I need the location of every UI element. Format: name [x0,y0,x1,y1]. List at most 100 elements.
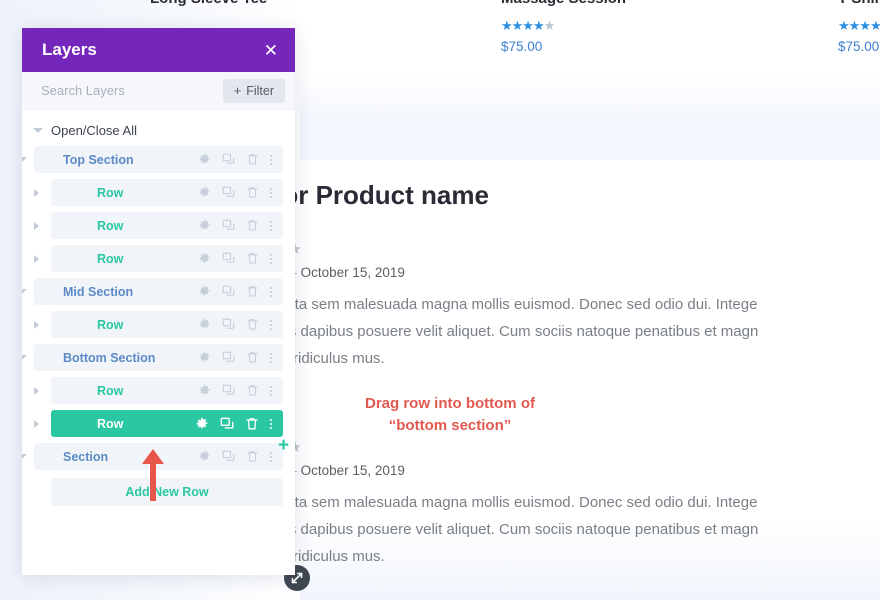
duplicate-icon[interactable] [220,417,234,431]
gear-icon[interactable] [198,285,211,298]
duplicate-icon[interactable] [222,186,235,199]
add-row-plus-icon[interactable]: + [278,436,289,455]
product-rating-stars: ★★★★★ [501,18,626,34]
layer-row-mid-section[interactable]: Mid Section [34,278,283,305]
layer-row[interactable]: Row [51,245,283,272]
review-date: October 15, 2019 [301,265,405,280]
layer-label: Row [97,186,198,200]
trash-icon[interactable] [246,252,259,265]
layer-row-top-section[interactable]: Top Section [34,146,283,173]
layer-row[interactable]: Row [51,179,283,206]
open-close-all-label: Open/Close All [51,123,137,138]
duplicate-icon[interactable] [222,318,235,331]
more-options-icon[interactable] [270,452,272,462]
more-options-icon[interactable] [270,221,272,231]
product-card-long-sleeve-tee[interactable]: Long Sleeve Tee [150,0,267,7]
layers-panel-header: Layers ✕ [22,28,295,72]
more-options-icon[interactable] [270,155,272,165]
gear-icon[interactable] [198,384,211,397]
layer-row-actions [198,252,272,265]
chevron-right-icon[interactable] [34,321,39,329]
trash-icon[interactable] [246,384,259,397]
product-rating-stars: ★★★★★ [838,18,880,34]
more-options-icon[interactable] [270,254,272,264]
product-card-massage-session[interactable]: Massage Session ★★★★★ $75.00 [501,0,626,54]
product-title: T-Shirt [838,0,880,7]
add-new-row-button[interactable]: Add New Row [51,478,283,506]
trash-icon[interactable] [245,417,259,431]
gear-icon[interactable] [198,450,211,463]
duplicate-icon[interactable] [222,351,235,364]
layer-label: Row [97,252,198,266]
layer-label: Row [97,318,198,332]
chevron-down-icon[interactable] [22,157,27,162]
more-options-icon[interactable] [270,188,272,198]
layers-tree: Open/Close All Top Section Row [22,110,295,575]
duplicate-icon[interactable] [222,450,235,463]
duplicate-icon[interactable] [222,384,235,397]
more-options-icon[interactable] [270,386,272,396]
search-input[interactable] [41,83,223,98]
close-icon[interactable]: ✕ [264,42,278,59]
gear-icon[interactable] [195,417,209,431]
product-card-t-shirt[interactable]: T-Shirt ★★★★★ $75.00 [838,0,880,54]
drag-instruction-line-1: Drag row into bottom of [340,393,560,415]
layer-row[interactable]: Row [51,377,283,404]
duplicate-icon[interactable] [222,285,235,298]
review-body-line: am porta sem malesuada magna mollis euis… [248,291,880,318]
chevron-down-icon[interactable] [22,454,27,459]
drag-instruction-line-2: “bottom section” [340,415,560,437]
chevron-right-icon[interactable] [34,420,39,428]
layer-label: Row [97,417,195,431]
chevron-right-icon[interactable] [34,255,39,263]
chevron-down-icon[interactable] [22,355,27,360]
chevron-right-icon[interactable] [34,189,39,197]
layer-row[interactable]: Row [51,212,283,239]
open-close-all-toggle[interactable]: Open/Close All [22,114,295,146]
chevron-right-icon[interactable] [34,222,39,230]
review-rating-stars: ★★★★ [248,240,880,258]
layer-row-actions [198,186,272,199]
trash-icon[interactable] [246,285,259,298]
layer-label: Top Section [63,153,198,167]
review-rating-stars: ★★★★ [248,438,880,456]
gear-icon[interactable] [198,318,211,331]
layer-row-actions [198,285,272,298]
duplicate-icon[interactable] [222,153,235,166]
trash-icon[interactable] [246,219,259,232]
trash-icon[interactable] [246,153,259,166]
trash-icon[interactable] [246,318,259,331]
layer-row-actions [198,219,272,232]
more-options-icon[interactable] [270,320,272,330]
trash-icon[interactable] [246,450,259,463]
layer-row-actions [198,318,272,331]
layer-row-actions [195,417,272,431]
gear-icon[interactable] [198,219,211,232]
review-date: October 15, 2019 [301,463,405,478]
gear-icon[interactable] [198,186,211,199]
layer-row-actions [198,384,272,397]
more-options-icon[interactable] [270,287,272,297]
product-title: Long Sleeve Tee [150,0,267,7]
filter-button[interactable]: + Filter [223,79,285,103]
more-options-icon[interactable] [270,419,272,429]
trash-icon[interactable] [246,351,259,364]
chevron-right-icon[interactable] [34,387,39,395]
review-meta: n Doe – October 15, 2019 [248,265,880,280]
layer-row-actions [198,351,272,364]
review-body-line: scetur ridiculus mus. [248,543,880,570]
more-options-icon[interactable] [270,353,272,363]
trash-icon[interactable] [246,186,259,199]
layer-row[interactable]: Row [51,311,283,338]
layer-row-bottom-section[interactable]: Bottom Section [34,344,283,371]
layer-label: Bottom Section [63,351,198,365]
gear-icon[interactable] [198,351,211,364]
gear-icon[interactable] [198,153,211,166]
gear-icon[interactable] [198,252,211,265]
duplicate-icon[interactable] [222,219,235,232]
chevron-down-icon[interactable] [22,289,27,294]
review-body: am porta sem malesuada magna mollis euis… [248,291,880,372]
product-title: Massage Session [501,0,626,7]
duplicate-icon[interactable] [222,252,235,265]
layer-row-selected-dragging[interactable]: Row [51,410,283,437]
